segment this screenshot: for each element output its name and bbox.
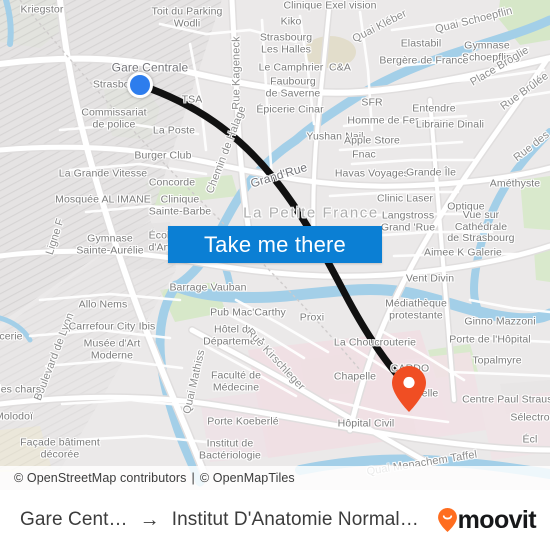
trip-summary[interactable]: Gare Cent… → Institut D'Anatomie Normale…	[20, 509, 428, 531]
map-attribution: © OpenStreetMap contributors | © OpenMap…	[0, 466, 550, 490]
attribution-separator: |	[191, 471, 195, 485]
attribution-maptiles[interactable]: © OpenMapTiles	[200, 471, 295, 485]
arrow-right-icon: →	[139, 509, 160, 531]
attribution-osm[interactable]: © OpenStreetMap contributors	[14, 471, 187, 485]
destination-marker[interactable]	[392, 366, 426, 412]
moovit-logo[interactable]: moovit	[437, 505, 537, 535]
origin-marker[interactable]	[127, 72, 153, 98]
moovit-wordmark: moovit	[457, 505, 537, 534]
trip-destination-label: Institut D'Anatomie Normale Et Patho…	[171, 509, 428, 530]
trip-origin-label: Gare Cent…	[20, 509, 128, 530]
moovit-pin-icon	[437, 508, 457, 532]
footer-bar: Gare Cent… → Institut D'Anatomie Normale…	[0, 490, 550, 550]
take-me-there-button[interactable]: Take me there	[168, 226, 382, 263]
moovit-trip-screen: Kriegstor Toit du Parking Wodli Clinique E…	[0, 0, 550, 550]
map-canvas[interactable]: Kriegstor Toit du Parking Wodli Clinique E…	[0, 0, 550, 490]
